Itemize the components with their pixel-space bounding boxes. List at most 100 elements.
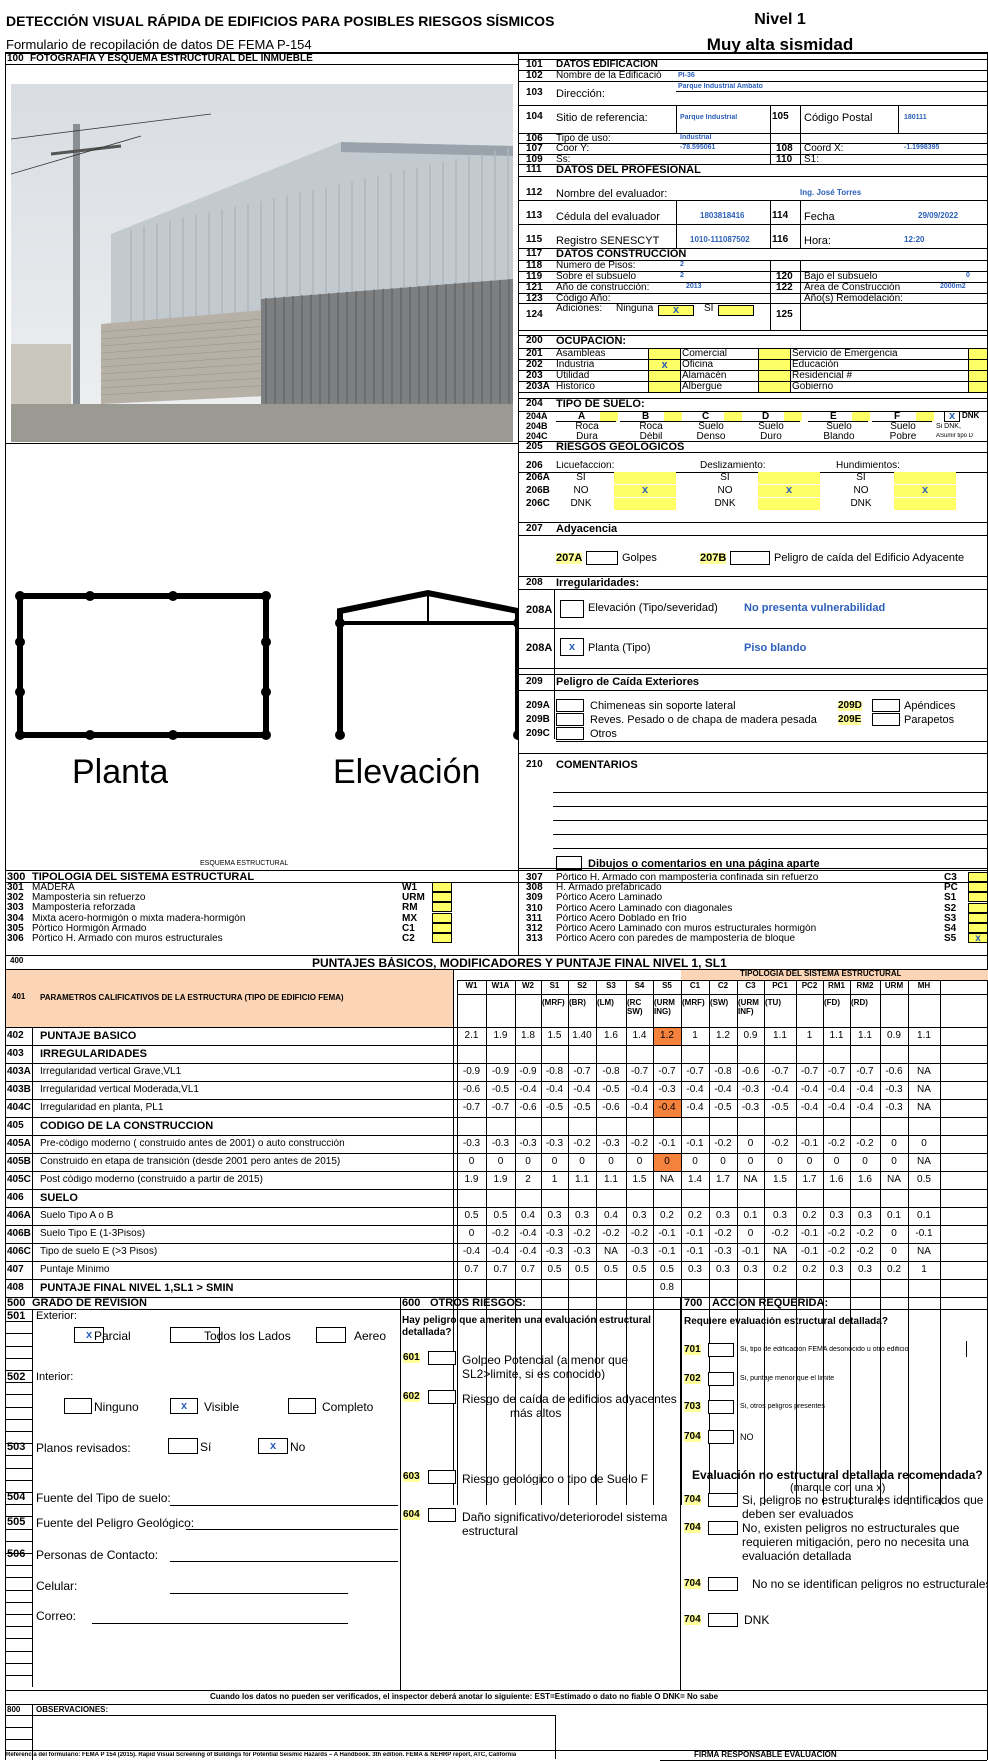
geologic-risk-checkbox[interactable] [428,1470,456,1484]
rule-line [5,1455,32,1457]
action-checkbox[interactable] [708,1400,734,1414]
rule-line [5,1528,32,1530]
score-column-sub: (URM ING) [654,998,675,1017]
falling-adjacent-checkbox[interactable] [428,1390,456,1404]
rule-line [770,260,771,303]
date-value: 29/09/2022 [918,212,959,220]
typology-code: C3 [944,873,957,883]
section-title: OCUPACIÓN: [556,336,627,347]
row-number: 209C [526,729,550,739]
nonstructural-checkbox[interactable] [708,1613,738,1627]
score-value: -0.6 [885,1067,903,1077]
rule-line [5,1333,32,1335]
score-row-label: Irregularidad vertical Moderada,VL1 [40,1085,199,1095]
rule-line [740,421,800,422]
score-value: -0.6 [602,1103,620,1113]
row-number: 800 [7,1706,21,1714]
score-value: -0.2 [827,1229,846,1239]
score-value: -0.3 [573,1247,591,1257]
score-value: 0 [862,1157,868,1167]
adjacency-impact-checkbox[interactable] [586,551,618,565]
score-value: -0.7 [771,1067,789,1077]
score-value: -0.8 [602,1067,620,1077]
row-number: 403 [7,1049,24,1059]
hazard-label: Parapetos [904,715,955,726]
field-label: Registro SENESCYT [556,236,660,247]
exterior-option-checkbox[interactable] [316,1327,346,1343]
score-value: -0.2 [827,1247,846,1257]
score-value: 0.3 [716,1265,730,1275]
reference-note: Referencia del formulario: FEMA P 154 (2… [6,1752,517,1758]
rule-line [5,1479,32,1481]
field-label: Interior: [36,1372,74,1383]
soil-dnk-checkbox[interactable]: x [944,411,960,422]
score-value: 0.9 [743,1031,758,1041]
rule-line [5,1690,988,1691]
typology-label: Mampostería reforzada [32,903,136,914]
score-column-header: PC2 [801,982,818,990]
interior-option-checkbox[interactable] [64,1398,92,1414]
interior-option-checkbox[interactable]: x [170,1398,198,1414]
score-value: -0.5 [491,1085,510,1095]
action-label: NO [740,1433,754,1442]
action-checkbox[interactable] [708,1343,734,1357]
parapets-checkbox[interactable] [872,713,900,726]
damage-checkbox[interactable] [428,1508,456,1522]
score-row-label: Irregularidad en planta, PL1 [40,1103,164,1113]
rule-line [5,1431,32,1432]
score-column-sub: (MRF) [542,998,565,1007]
rule-line [680,421,740,422]
field-label: Hundimientos: [836,461,900,471]
score-row-label: Tipo de suelo E (>3 Pisos) [40,1247,158,1257]
soil-checkbox [916,412,934,421]
additions-yes-checkbox[interactable] [718,305,754,316]
row-number: 200 [526,336,543,346]
interior-option-checkbox[interactable] [288,1398,316,1414]
score-value: 0.3 [688,1265,702,1275]
score-value: 0.3 [829,1265,844,1275]
hazard-label: Chimeneas sin soporte lateral [590,701,736,712]
score-value: 1.5 [632,1175,647,1185]
score-row-label: CODIGO DE LA CONSTRUCCIÓN [40,1121,214,1132]
action-checkbox[interactable] [708,1372,734,1386]
nonstructural-checkbox[interactable] [708,1493,738,1507]
nonstructural-checkbox[interactable] [708,1521,738,1535]
nonstructural-checkbox[interactable] [708,1577,738,1591]
action-checkbox[interactable] [708,1430,734,1444]
score-column-sub: (URM INF) [738,998,759,1017]
additions-none-checkbox[interactable]: x [658,305,694,316]
chimney-checkbox[interactable] [556,699,584,712]
nonstructural-label: DNK [744,1614,770,1626]
plans-no-checkbox[interactable]: x [258,1438,288,1454]
plan-irregularity-checkbox[interactable]: x [560,638,584,656]
below-ground-value: 0 [966,272,970,279]
field-label: Bajo el subsuelo [804,272,878,282]
rule-line [5,1626,32,1628]
pounding-checkbox[interactable] [428,1351,456,1365]
appendages-checkbox[interactable] [872,699,900,712]
rule-line [170,1561,398,1562]
hazard-label: Reves. Pesado o de chapa de madera pesad… [590,715,817,726]
row-number: 125 [776,310,793,320]
occupancy-option: Oficina [682,360,714,370]
cladding-checkbox[interactable] [556,713,584,726]
row-number: 116 [772,235,789,245]
field-label: Numero de Pisos: [556,261,636,271]
typology-checkbox [968,912,988,923]
row-number: 704 [684,1579,701,1589]
score-value: 0 [891,1229,897,1239]
rule-line [553,834,987,835]
adjacency-falling-checkbox[interactable] [730,551,770,565]
score-value: -0.2 [573,1229,591,1239]
score-value: -0.1 [915,1229,933,1239]
field-label: SI [704,304,714,314]
rule-line [5,1309,32,1310]
score-value: NA [917,1085,931,1095]
row-number: 202 [526,360,543,370]
other-hazard-checkbox[interactable] [556,727,584,740]
vertical-irregularity-checkbox[interactable] [560,600,584,618]
row-number: 404C [7,1103,31,1113]
geo-checkbox [758,498,820,510]
score-value: NA [887,1175,901,1185]
plans-yes-checkbox[interactable] [168,1438,198,1454]
